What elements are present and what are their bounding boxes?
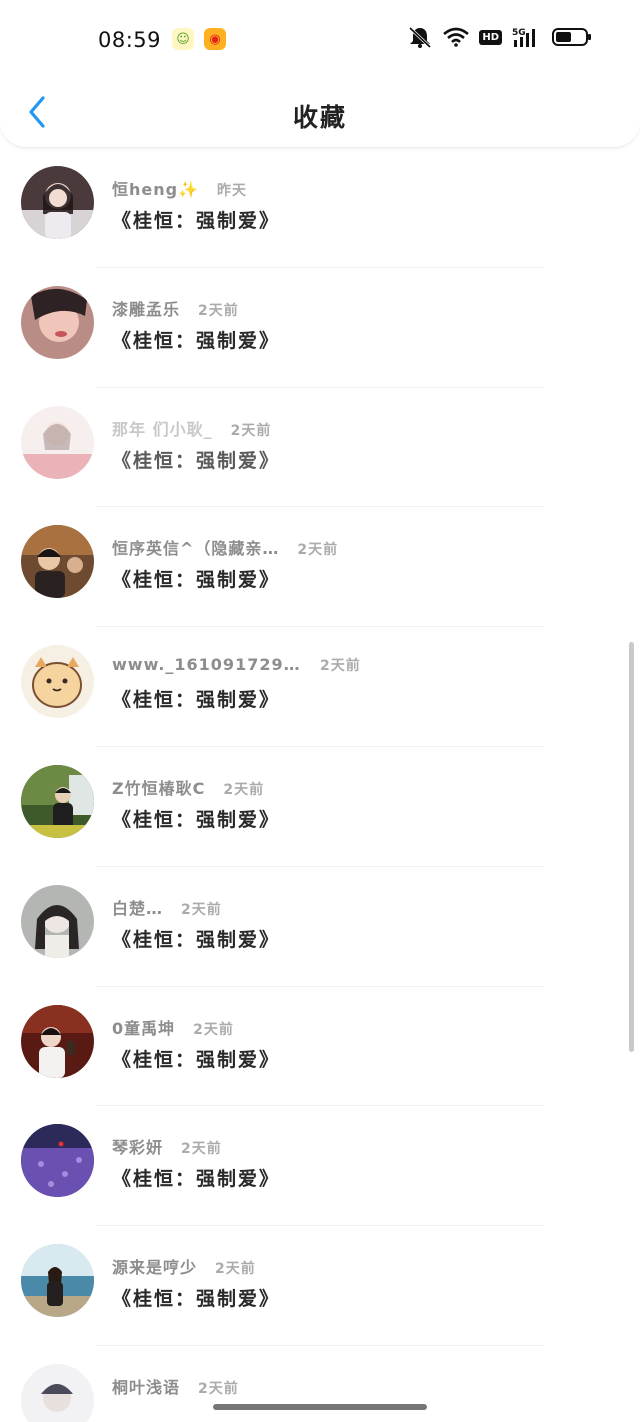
favorite-title: 《桂恒：强制爱》 — [112, 928, 281, 951]
timestamp: 2天前 — [181, 1141, 222, 1158]
username: 恒heng✨ — [112, 180, 200, 199]
item-meta: 源来是哼少 2天前 — [112, 1254, 256, 1278]
avatar — [21, 525, 94, 599]
username: 0童禹坤 — [112, 1018, 176, 1038]
item-meta: Z竹恒椿耿C 2天前 — [112, 775, 264, 799]
avatar — [21, 884, 94, 958]
favorite-title: 《桂恒：强制爱》 — [112, 1048, 281, 1071]
top-bar: 08:59 ☺ ◉ HD 5G 收藏 — [0, 0, 640, 148]
status-app-icons: ☺ ◉ — [172, 28, 226, 50]
favorite-item[interactable]: 恒heng✨ 昨天 《桂恒：强制爱》 — [0, 148, 640, 268]
favorite-title: 《桂恒：强制爱》 — [112, 449, 281, 472]
username: 那年 们小耿_ — [112, 419, 213, 439]
favorite-item[interactable]: 白楚… 2天前 《桂恒：强制爱》 — [0, 867, 640, 987]
svg-text:5G: 5G — [512, 28, 526, 38]
timestamp: 2天前 — [181, 901, 222, 918]
item-meta: 那年 们小耿_ 2天前 — [112, 416, 271, 440]
timestamp: 2天前 — [320, 658, 361, 675]
avatar — [21, 285, 94, 359]
item-meta: 白楚… 2天前 — [112, 895, 222, 919]
username: 琴彩妍 — [112, 1138, 164, 1158]
avatar — [21, 1363, 94, 1422]
favorite-item[interactable]: 恒序英信^（隐藏亲… 2天前 《桂恒：强制爱》 — [0, 507, 640, 628]
timestamp: 2天前 — [198, 302, 239, 319]
app-notification-icon: ☺ — [172, 28, 194, 50]
avatar — [21, 1124, 94, 1198]
username: Z竹恒椿耿C — [112, 778, 206, 798]
home-indicator[interactable] — [213, 1404, 427, 1410]
item-meta: 桐叶浅语 2天前 — [112, 1374, 239, 1398]
item-meta: 漆雕孟乐 2天前 — [112, 296, 239, 320]
timestamp: 2天前 — [193, 1021, 234, 1038]
username: 白楚… — [112, 898, 164, 918]
favorite-title: 《桂恒：强制爱》 — [112, 1288, 281, 1311]
mute-bell-icon — [409, 26, 432, 48]
username: 桐叶浅语 — [112, 1377, 181, 1397]
battery-icon — [552, 28, 591, 46]
timestamp: 2天前 — [223, 781, 265, 798]
signal-5g-icon: 5G — [512, 28, 535, 47]
timestamp: 2天前 — [297, 542, 339, 559]
status-time: 08:59 — [98, 28, 162, 52]
username: www._16109172922… — [112, 655, 302, 675]
favorite-item[interactable]: 琴彩妍 2天前 《桂恒：强制爱》 — [0, 1106, 640, 1227]
item-meta: 琴彩妍 2天前 — [112, 1134, 222, 1158]
weibo-icon: ◉ — [204, 28, 226, 50]
favorite-title: 《桂恒：强制爱》 — [112, 210, 281, 232]
avatar — [21, 645, 94, 719]
favorite-item[interactable]: www._16109172922… 2天前 《桂恒：强制爱》 — [0, 627, 640, 747]
timestamp: 2天前 — [215, 1261, 256, 1278]
timestamp: 2天前 — [198, 1380, 239, 1397]
favorites-list: 恒heng✨ 昨天 《桂恒：强制爱》 漆雕孟乐 2天前 《桂恒：强制爱》 那年 … — [0, 148, 640, 1422]
favorite-item[interactable]: 那年 们小耿_ 2天前 《桂恒：强制爱》 — [0, 388, 640, 508]
favorite-item[interactable]: 0童禹坤 2天前 《桂恒：强制爱》 — [0, 987, 640, 1107]
timestamp: 昨天 — [217, 183, 248, 199]
page-title: 收藏 — [292, 103, 347, 132]
favorite-title: 《桂恒：强制爱》 — [112, 569, 281, 592]
avatar — [21, 764, 94, 838]
favorite-title: 《桂恒：强制爱》 — [112, 689, 281, 712]
item-meta: 恒heng✨ 昨天 — [112, 176, 247, 200]
status-indicators: HD 5G — [407, 26, 592, 48]
avatar — [21, 405, 94, 479]
item-meta: 恒序英信^（隐藏亲… 2天前 — [112, 535, 338, 559]
username: 漆雕孟乐 — [112, 299, 181, 319]
avatar — [21, 166, 94, 239]
hd-badge: HD — [479, 29, 502, 45]
timestamp: 2天前 — [230, 422, 272, 439]
favorite-title: 《桂恒：强制爱》 — [112, 808, 281, 831]
scrollbar[interactable] — [629, 642, 634, 1052]
wifi-icon — [443, 27, 470, 47]
favorite-title: 《桂恒：强制爱》 — [112, 1168, 281, 1191]
avatar — [21, 1244, 94, 1318]
avatar — [21, 1004, 94, 1078]
username: 恒序英信^（隐藏亲… — [112, 539, 280, 559]
favorite-item[interactable]: 漆雕孟乐 2天前 《桂恒：强制爱》 — [0, 268, 640, 388]
item-meta: www._16109172922… 2天前 — [112, 655, 361, 675]
favorite-item[interactable]: Z竹恒椿耿C 2天前 《桂恒：强制爱》 — [0, 747, 640, 867]
favorite-item[interactable]: 源来是哼少 2天前 《桂恒：强制爱》 — [0, 1226, 640, 1346]
username: 源来是哼少 — [112, 1258, 198, 1278]
favorite-title: 《桂恒：强制爱》 — [112, 329, 281, 352]
favorite-item[interactable]: 桐叶浅语 2天前 — [0, 1346, 640, 1422]
item-meta: 0童禹坤 2天前 — [112, 1015, 234, 1039]
